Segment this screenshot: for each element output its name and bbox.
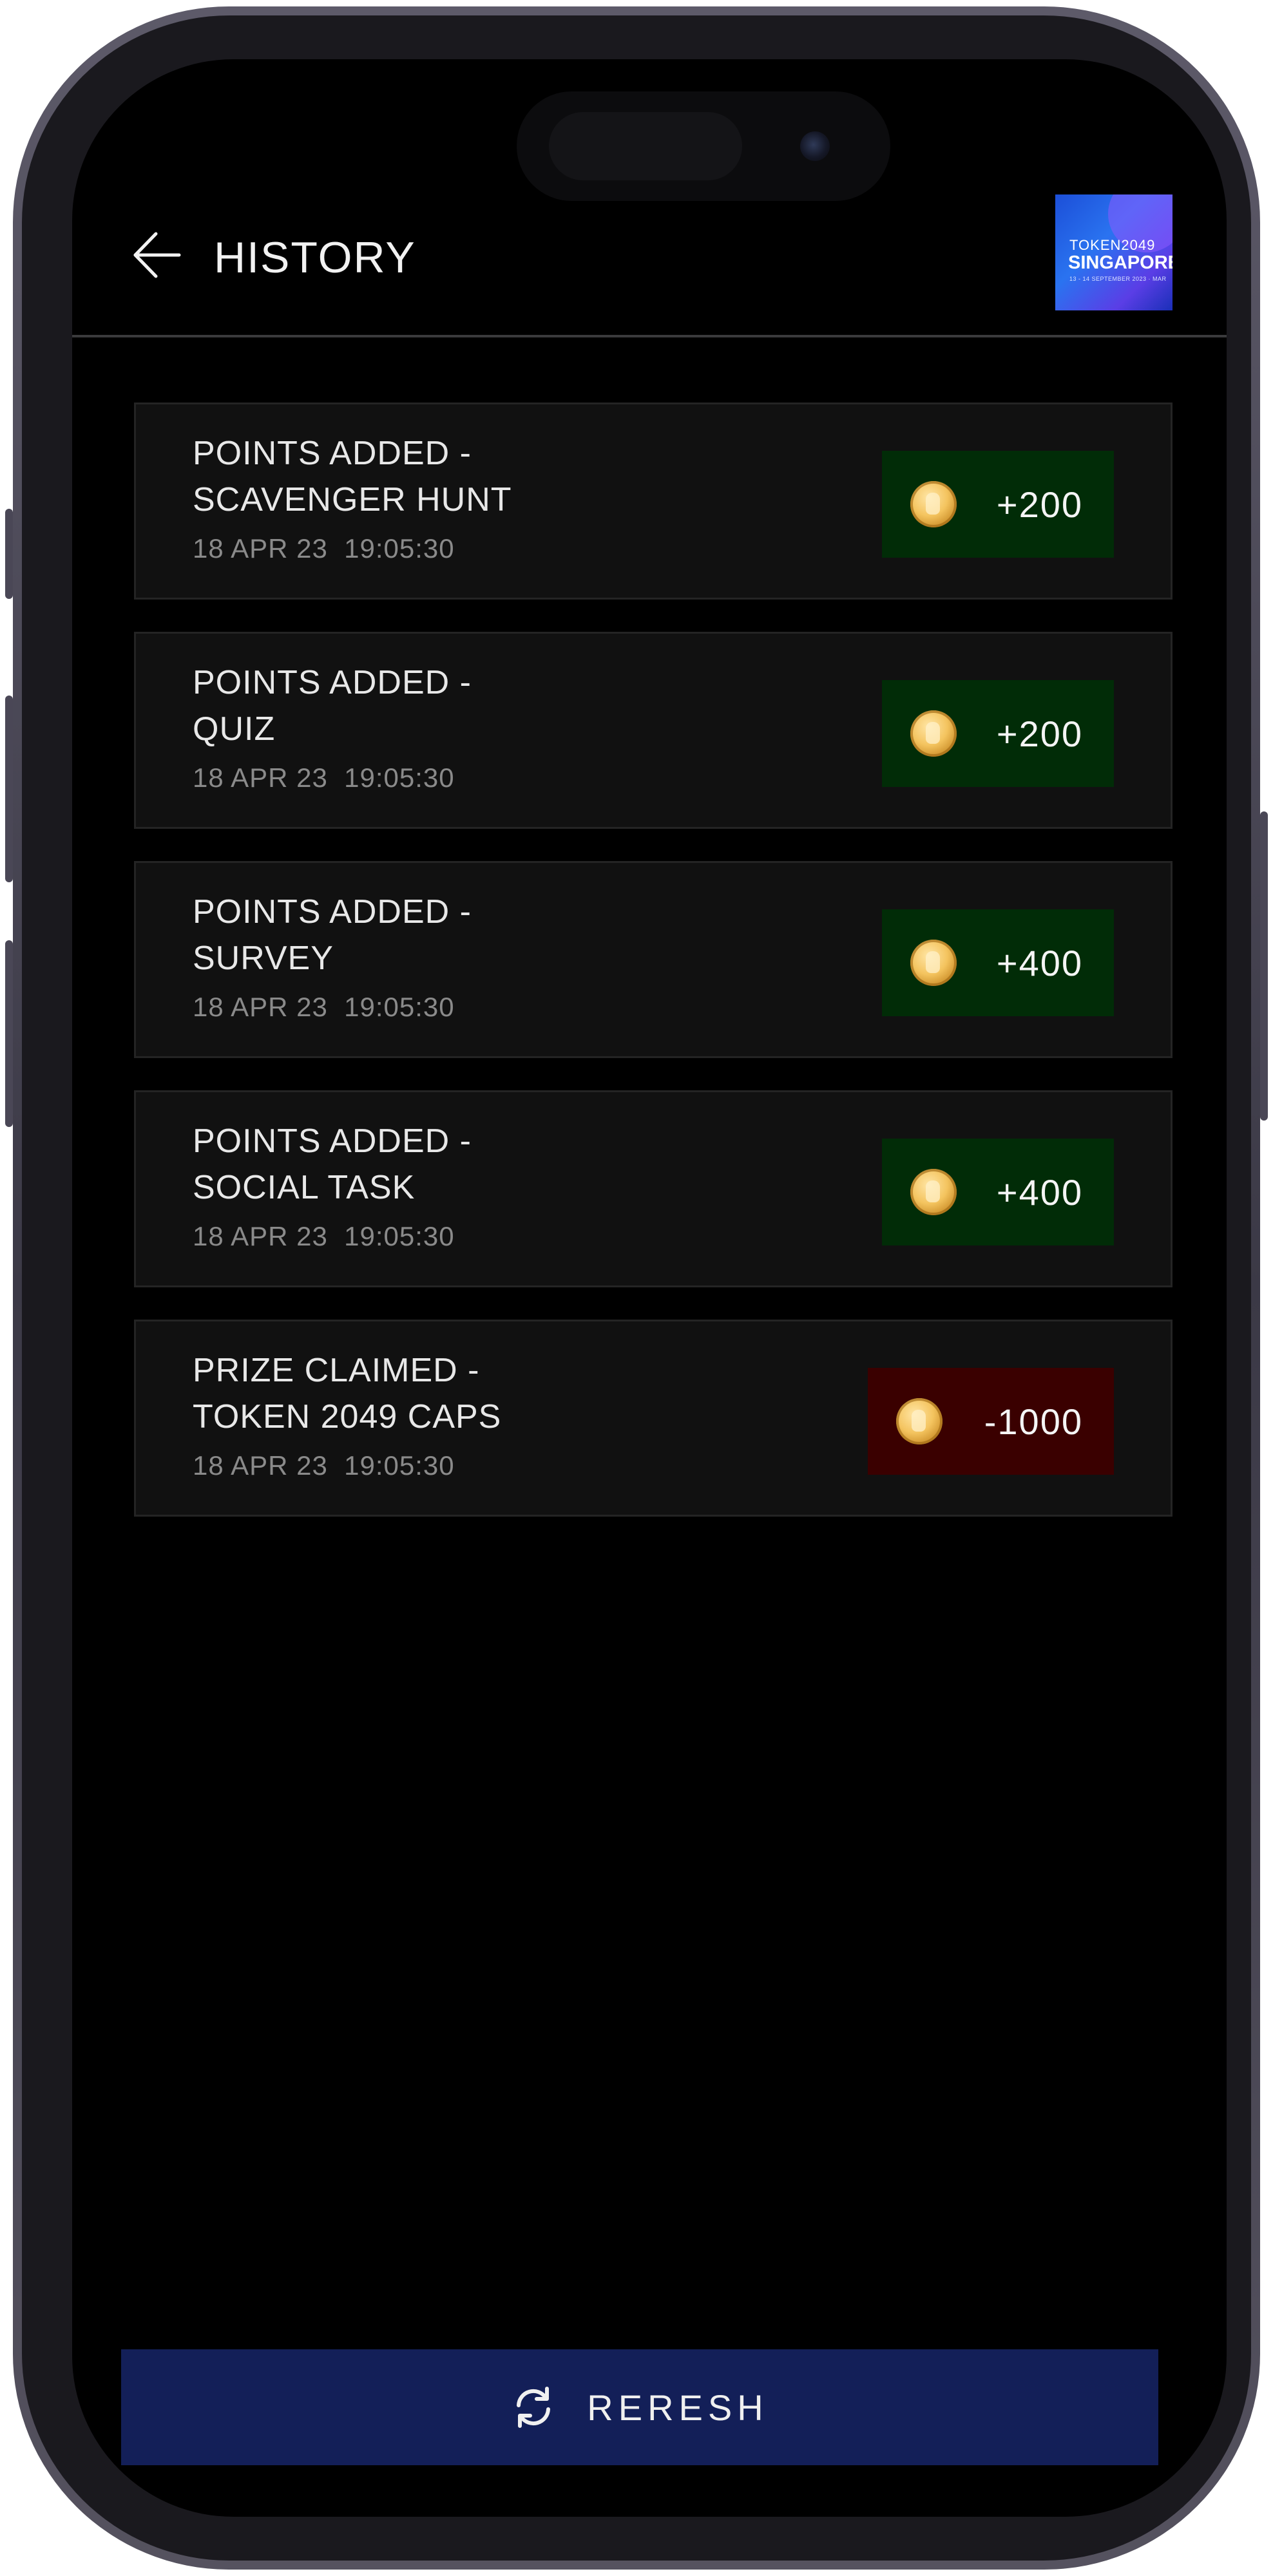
refresh-icon <box>517 2387 551 2428</box>
history-item-title: POINTS ADDED - SURVEY <box>193 889 772 981</box>
refresh-button[interactable]: RERESH <box>121 2349 1158 2465</box>
points-badge: +200 <box>882 680 1114 787</box>
history-item-time: 19:05:30 <box>344 992 455 1022</box>
coin-icon <box>910 1169 957 1215</box>
history-item-date: 18 APR 23 <box>193 1450 328 1481</box>
coin-icon <box>896 1398 943 1444</box>
history-item[interactable]: POINTS ADDED - SURVEY 18 APR 23 19:05:30… <box>134 861 1172 1058</box>
points-badge: +200 <box>882 451 1114 558</box>
dynamic-island <box>517 91 890 201</box>
history-item-title: POINTS ADDED - SOCIAL TASK <box>193 1118 772 1211</box>
history-item-timestamp: 18 APR 23 19:05:30 <box>193 533 455 564</box>
history-item-timestamp: 18 APR 23 19:05:30 <box>193 762 455 793</box>
history-item[interactable]: POINTS ADDED - SOCIAL TASK 18 APR 23 19:… <box>134 1090 1172 1287</box>
side-button-volume-down <box>5 940 13 1127</box>
history-item-title-line1: POINTS ADDED - <box>193 435 472 472</box>
history-item-title: POINTS ADDED - QUIZ <box>193 659 772 752</box>
history-item-title-line2: TOKEN 2049 CAPS <box>193 1398 502 1435</box>
history-item-time: 19:05:30 <box>344 533 455 564</box>
history-item-title-line2: SURVEY <box>193 940 334 977</box>
points-amount: +200 <box>996 484 1083 525</box>
history-item-date: 18 APR 23 <box>193 762 328 793</box>
page-title: HISTORY <box>214 233 416 282</box>
side-button-power <box>1260 811 1268 1121</box>
history-item[interactable]: POINTS ADDED - SCAVENGER HUNT 18 APR 23 … <box>134 402 1172 600</box>
history-item-date: 18 APR 23 <box>193 533 328 564</box>
header-divider <box>72 335 1227 337</box>
history-item-timestamp: 18 APR 23 19:05:30 <box>193 1450 455 1481</box>
history-list: POINTS ADDED - SCAVENGER HUNT 18 APR 23 … <box>134 402 1172 1549</box>
history-item[interactable]: POINTS ADDED - QUIZ 18 APR 23 19:05:30 +… <box>134 632 1172 829</box>
history-item-title-line1: POINTS ADDED - <box>193 664 472 701</box>
arrow-left-icon <box>133 232 181 278</box>
history-item-title: PRIZE CLAIMED - TOKEN 2049 CAPS <box>193 1347 772 1440</box>
history-item-title-line2: SCAVENGER HUNT <box>193 481 512 518</box>
history-item-title-line1: PRIZE CLAIMED - <box>193 1352 480 1389</box>
side-button-action <box>5 509 13 599</box>
logo-brand: TOKEN2049 <box>1069 237 1156 253</box>
history-item-timestamp: 18 APR 23 19:05:30 <box>193 1221 455 1252</box>
back-button[interactable] <box>131 230 182 280</box>
history-item-timestamp: 18 APR 23 19:05:30 <box>193 992 455 1023</box>
logo-city: SINGAPORE <box>1068 252 1172 273</box>
camera-icon <box>800 131 830 161</box>
history-item-title-line2: QUIZ <box>193 710 276 748</box>
coin-icon <box>910 710 957 757</box>
coin-icon <box>910 481 957 527</box>
points-amount: +400 <box>996 942 1083 983</box>
points-amount: +400 <box>996 1171 1083 1213</box>
header: HISTORY TOKEN2049 SINGAPORE 13 - 14 SEPT… <box>72 194 1227 336</box>
points-badge: +400 <box>882 1139 1114 1245</box>
island-sensor <box>549 112 742 180</box>
points-badge: -1000 <box>868 1368 1114 1475</box>
history-item-title-line2: SOCIAL TASK <box>193 1169 416 1206</box>
logo-dates: 13 - 14 SEPTEMBER 2023 · MARINA BAY SAND… <box>1069 276 1166 282</box>
history-item-time: 19:05:30 <box>344 1450 455 1481</box>
history-item-date: 18 APR 23 <box>193 992 328 1022</box>
history-item-title-line1: POINTS ADDED - <box>193 1122 472 1160</box>
refresh-label: RERESH <box>587 2387 769 2428</box>
coin-icon <box>910 940 957 986</box>
history-item-title: POINTS ADDED - SCAVENGER HUNT <box>193 430 772 523</box>
history-item-date: 18 APR 23 <box>193 1221 328 1251</box>
app-screen: HISTORY TOKEN2049 SINGAPORE 13 - 14 SEPT… <box>72 59 1227 2517</box>
history-item-time: 19:05:30 <box>344 762 455 793</box>
points-amount: +200 <box>996 713 1083 754</box>
history-item-title-line1: POINTS ADDED - <box>193 893 472 931</box>
points-amount: -1000 <box>984 1401 1083 1442</box>
history-item[interactable]: PRIZE CLAIMED - TOKEN 2049 CAPS 18 APR 2… <box>134 1320 1172 1517</box>
side-button-volume-up <box>5 696 13 882</box>
history-item-time: 19:05:30 <box>344 1221 455 1251</box>
points-badge: +400 <box>882 909 1114 1016</box>
token2049-logo: TOKEN2049 SINGAPORE 13 - 14 SEPTEMBER 20… <box>1055 194 1172 310</box>
